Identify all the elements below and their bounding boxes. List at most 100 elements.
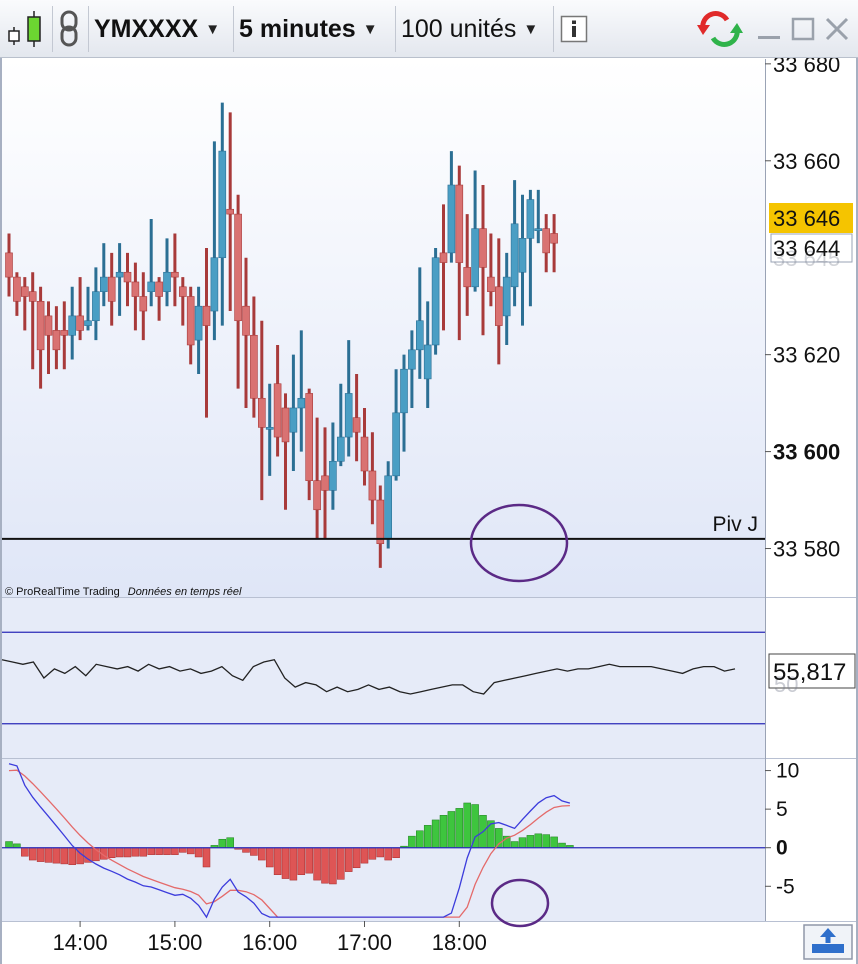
candle-body [13,276,21,302]
candle-body [68,315,76,336]
candle-body [179,286,187,297]
last-price-tag: 33 646 [769,203,853,233]
macd-histogram-bar [463,802,471,848]
candle-body [550,233,558,244]
chevron-down-icon: ▼ [523,20,539,38]
candlestick-style-icon[interactable] [4,9,48,49]
candle-body [415,320,424,351]
candle-body [60,330,69,336]
macd-histogram-bar [431,819,440,848]
macd-histogram-bar [518,837,527,848]
macd-histogram-bar [408,835,416,848]
candle-body [5,252,13,278]
macd-panel[interactable] [2,759,765,921]
maximize-icon[interactable] [790,9,816,49]
units-selector[interactable]: 100 unités ▼ [401,9,551,49]
candle-body [392,412,400,477]
candle-body [273,383,282,438]
candle-body [344,393,353,438]
candle-body [487,276,495,292]
price-tick-label: 33 680 [773,58,840,77]
candle-body [510,223,519,288]
symbol-selector[interactable]: YMXXXX ▼ [94,9,230,49]
candle-body [20,286,29,297]
price-tick-label: 33 600 [773,440,840,465]
macd-histogram-bar [550,836,558,848]
macd-histogram-bar [5,841,13,848]
candle-body [321,475,329,491]
macd-histogram-bar [526,835,535,848]
candle-body [92,291,100,322]
candle-body [463,267,472,288]
macd-histogram-bar [321,847,329,884]
macd-histogram-bar [376,847,385,858]
macd-histogram-bar [147,847,155,855]
candle-body [242,305,250,336]
candle-body [131,281,140,297]
macd-histogram-bar [115,847,124,858]
macd-histogram-bar [558,842,566,848]
candle-body [384,475,393,540]
macd-histogram-bar [416,830,424,848]
macd-histogram-bar [360,847,369,864]
macd-histogram-bar [107,847,116,858]
scroll-to-latest-button[interactable] [803,924,853,960]
candle-body [408,349,416,370]
candle-body [186,296,195,346]
candle-body [155,281,163,297]
candle-body [107,276,116,302]
rsi-panel[interactable] [2,598,765,758]
info-icon[interactable] [560,9,588,49]
candle-body [76,315,84,331]
macd-histogram-bar [297,847,306,875]
timeframe-selector[interactable]: 5 minutes ▼ [239,9,391,49]
bid-price-label: 33 644 [773,236,840,261]
candle-body [376,499,385,544]
candle-body [534,228,543,231]
candle-body [289,407,298,433]
macd-histogram-bar [337,847,345,880]
macd-histogram-bar [471,804,479,848]
candle-body [194,305,203,341]
toolbar: YMXXXX ▼ 5 minutes ▼ 100 unités ▼ [0,0,858,58]
candle-body [115,271,124,278]
macd-histogram-bar [218,838,227,848]
candle-body [171,271,179,278]
candle-body [297,397,306,409]
macd-histogram-bar [21,847,29,857]
candle-body [265,427,274,430]
candle-body [218,150,227,259]
macd-histogram-bar [163,847,171,855]
macd-histogram-bar [305,847,313,874]
time-tick-label: 18:00 [432,930,487,955]
macd-histogram-bar [447,811,456,848]
macd-histogram-bar [179,847,187,853]
minimize-icon[interactable] [756,9,782,49]
credit-label: © ProRealTime Trading [5,586,120,598]
candle-body [368,470,377,501]
rsi-value-label: 55,817 [773,659,846,686]
macd-tick-label: 0 [776,837,788,860]
macd-histogram-bar [368,847,377,860]
candle-body [447,184,456,254]
candle-body [257,397,266,428]
macd-histogram-bar [265,847,274,868]
macd-histogram-bar [352,847,361,869]
link-icon[interactable] [56,9,84,49]
chart-area[interactable]: 33 680 33 660 33 620 33 600 33 580 10 5 0 -5 14:0… [0,58,858,964]
candle-body [329,460,337,491]
candle-body [313,480,321,511]
refresh-icon[interactable] [696,9,744,49]
last-price-label: 33 646 [773,206,840,231]
candle-body [526,199,535,239]
close-icon[interactable] [824,9,850,49]
macd-histogram-bar [44,847,53,863]
candle-body [352,417,361,433]
candle [431,248,440,355]
price-tick-label: 33 660 [773,149,840,174]
macd-histogram-bar [439,815,448,848]
macd-histogram-bar [250,847,258,856]
symbol-label: YMXXXX [94,14,199,43]
candle-body [234,213,242,322]
macd-tick-label: -5 [776,875,795,898]
